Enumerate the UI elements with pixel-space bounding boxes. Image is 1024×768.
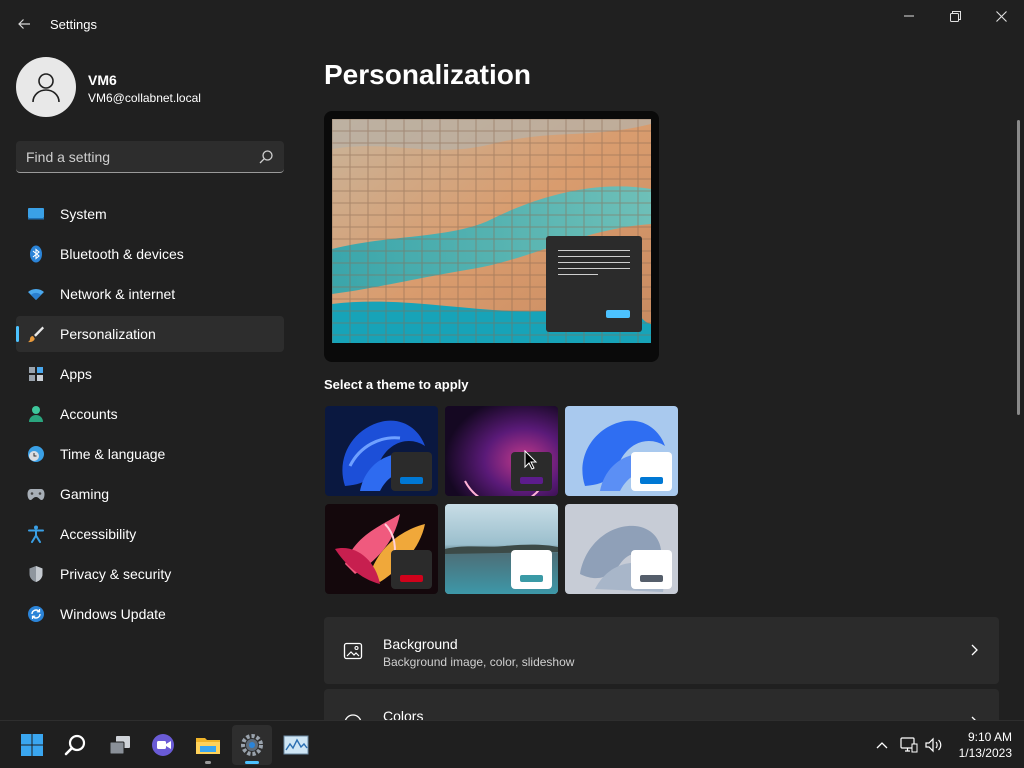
taskbar-clock[interactable]: 9:10 AM 1/13/2023 [946, 729, 1012, 761]
card-subtitle: Background image, color, slideshow [383, 655, 575, 669]
page-title: Personalization [324, 59, 531, 90]
volume-tray-button[interactable] [924, 735, 944, 755]
sidebar-item-bluetooth[interactable]: Bluetooth & devices [16, 236, 284, 272]
restore-button[interactable] [932, 0, 978, 32]
network-icon [900, 737, 918, 753]
minimize-icon [904, 15, 914, 17]
palette-icon [344, 714, 362, 720]
theme-sunrise-lake[interactable] [445, 504, 558, 594]
sidebar-item-apps[interactable]: Apps [16, 356, 284, 392]
sidebar-item-accessibility[interactable]: Accessibility [16, 516, 284, 552]
sidebar-item-time-language[interactable]: Time & language [16, 436, 284, 472]
file-explorer-button[interactable] [188, 725, 228, 765]
sidebar-item-system[interactable]: System [16, 196, 284, 232]
sidebar-item-label: Apps [60, 366, 92, 382]
taskbar-search-button[interactable] [56, 725, 96, 765]
theme-windows-light-bloom[interactable] [565, 406, 678, 496]
file-explorer-icon [196, 738, 220, 754]
monitor-icon [27, 205, 45, 223]
sidebar-item-personalization[interactable]: Personalization [16, 316, 284, 352]
mouse-cursor-icon [524, 450, 538, 470]
resource-monitor-button[interactable] [276, 725, 316, 765]
clock-time: 9:10 AM [967, 730, 1012, 744]
sidebar-item-windows-update[interactable]: Windows Update [16, 596, 284, 632]
sidebar-item-label: Accounts [60, 406, 118, 422]
theme-captured-motion[interactable] [325, 504, 438, 594]
theme-grid [325, 406, 685, 596]
themes-section-label: Select a theme to apply [324, 377, 469, 392]
user-name: VM6 [88, 72, 117, 88]
settings-taskbar-button[interactable] [232, 725, 272, 765]
shield-icon [27, 565, 45, 583]
image-icon [343, 642, 363, 660]
settings-icon [241, 734, 263, 756]
show-hidden-icons-button[interactable] [872, 735, 892, 755]
search-input[interactable] [26, 147, 246, 167]
close-icon [995, 10, 1007, 22]
update-icon [27, 605, 45, 623]
task-view-icon [109, 736, 130, 755]
search-icon [64, 734, 86, 756]
chevron-up-icon [876, 742, 888, 749]
wifi-icon [27, 285, 45, 303]
person-icon [27, 405, 45, 423]
sidebar-item-accounts[interactable]: Accounts [16, 396, 284, 432]
sidebar-item-label: Windows Update [60, 606, 166, 622]
paintbrush-icon [27, 325, 45, 343]
sidebar-nav: System Bluetooth & devices Network & int… [16, 196, 284, 636]
card-title: Colors [383, 708, 424, 720]
preview-window [546, 236, 642, 332]
sidebar-item-label: Bluetooth & devices [60, 246, 184, 262]
person-icon [32, 73, 60, 103]
close-button[interactable] [978, 0, 1024, 32]
theme-flow[interactable] [565, 504, 678, 594]
title-bar: Settings [0, 0, 1024, 48]
active-indicator [245, 761, 259, 764]
theme-glow[interactable] [445, 406, 558, 496]
teams-chat-icon [152, 734, 174, 756]
apps-icon [27, 365, 45, 383]
volume-icon [925, 737, 942, 753]
sidebar-item-gaming[interactable]: Gaming [16, 476, 284, 512]
teams-chat-button[interactable] [144, 725, 184, 765]
sidebar-item-label: Personalization [60, 326, 156, 342]
sidebar-item-label: System [60, 206, 107, 222]
globe-clock-icon [27, 445, 45, 463]
network-tray-button[interactable] [899, 735, 919, 755]
arrow-left-icon [18, 19, 30, 29]
minimize-button[interactable] [886, 0, 932, 32]
sidebar-item-label: Accessibility [60, 526, 137, 542]
restore-icon [949, 10, 961, 22]
resource-monitor-icon [283, 735, 309, 755]
start-button[interactable] [12, 725, 52, 765]
sidebar-item-label: Gaming [60, 486, 110, 502]
user-email: VM6@collabnet.local [88, 91, 201, 105]
theme-preview [324, 111, 659, 362]
search-box[interactable] [16, 141, 284, 173]
gamepad-icon [27, 485, 45, 503]
search-icon[interactable] [258, 149, 274, 165]
bluetooth-icon [27, 245, 45, 263]
theme-windows-dark-bloom[interactable] [325, 406, 438, 496]
sidebar-item-privacy-security[interactable]: Privacy & security [16, 556, 284, 592]
scrollbar[interactable] [1017, 120, 1020, 415]
card-title: Background [383, 636, 458, 652]
chevron-right-icon [971, 644, 978, 656]
clock-date: 1/13/2023 [958, 746, 1012, 760]
sidebar-item-label: Privacy & security [60, 566, 172, 582]
colors-setting-card[interactable]: Colors [324, 689, 999, 720]
running-indicator [205, 761, 211, 764]
back-button[interactable] [10, 10, 38, 38]
taskbar: 9:10 AM 1/13/2023 [0, 720, 1024, 768]
sidebar-item-label: Time & language [60, 446, 166, 462]
background-setting-card[interactable]: Background Background image, color, slid… [324, 617, 999, 684]
task-view-button[interactable] [100, 725, 140, 765]
sidebar-item-network[interactable]: Network & internet [16, 276, 284, 312]
accessibility-icon [27, 525, 45, 543]
window-title: Settings [50, 17, 97, 32]
avatar[interactable] [16, 57, 76, 117]
start-icon [21, 734, 43, 756]
wallpaper-preview-image [332, 119, 651, 343]
sidebar-item-label: Network & internet [60, 286, 176, 302]
